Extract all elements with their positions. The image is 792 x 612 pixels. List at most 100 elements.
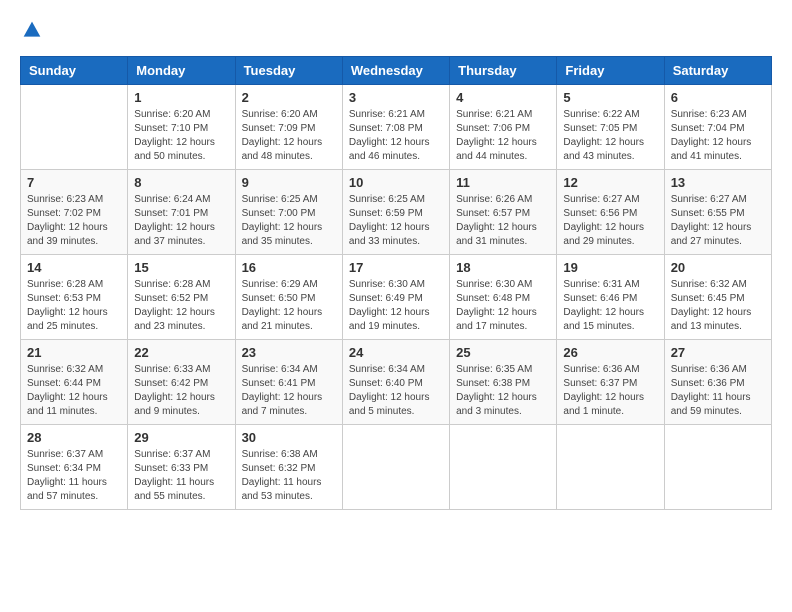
calendar-week-3: 14Sunrise: 6:28 AM Sunset: 6:53 PM Dayli… — [21, 255, 772, 340]
calendar-cell: 18 Sunrise: 6:30 AM Sunset: 6:48 PM Dayli… — [450, 255, 557, 340]
calendar-cell: 16 Sunrise: 6:29 AM Sunset: 6:50 PM Dayli… — [235, 255, 342, 340]
day-info: Sunrise: 6:36 AM Sunset: 6:36 PM Dayligh… — [671, 363, 765, 419]
day-info: Sunrise: 6:32 AM Sunset: 6:45 PM Dayligh… — [671, 278, 765, 334]
calendar-cell: 17 Sunrise: 6:30 AM Sunset: 6:49 PM Dayli… — [342, 255, 449, 340]
day-number: 18 — [456, 260, 550, 275]
calendar-table: SundayMondayTuesdayWednesdayThursdayFrid… — [20, 56, 772, 510]
day-info: Sunrise: 6:20 AM Sunset: 7:10 PM Dayligh… — [134, 108, 228, 164]
calendar-cell: 24Sunrise: 6:34 AM Sunset: 6:40 PM Dayli… — [342, 340, 449, 425]
weekday-header-saturday: Saturday — [664, 57, 771, 85]
calendar-cell: 29 Sunrise: 6:37 AM Sunset: 6:33 PM Dayli… — [128, 425, 235, 510]
day-number: 12 — [563, 175, 657, 190]
calendar-cell: 6 Sunrise: 6:23 AM Sunset: 7:04 PM Daylig… — [664, 85, 771, 170]
day-info: Sunrise: 6:36 AM Sunset: 6:37 PM Dayligh… — [563, 363, 657, 419]
calendar-cell: 12 Sunrise: 6:27 AM Sunset: 6:56 PM Dayli… — [557, 170, 664, 255]
day-number: 1 — [134, 90, 228, 105]
calendar-cell — [21, 85, 128, 170]
weekday-header-wednesday: Wednesday — [342, 57, 449, 85]
day-info: Sunrise: 6:31 AM Sunset: 6:46 PM Dayligh… — [563, 278, 657, 334]
calendar-cell: 19Sunrise: 6:31 AM Sunset: 6:46 PM Dayli… — [557, 255, 664, 340]
day-number: 7 — [27, 175, 121, 190]
day-info: Sunrise: 6:32 AM Sunset: 6:44 PM Dayligh… — [27, 363, 121, 419]
day-number: 16 — [242, 260, 336, 275]
calendar-cell: 20 Sunrise: 6:32 AM Sunset: 6:45 PM Dayli… — [664, 255, 771, 340]
day-number: 28 — [27, 430, 121, 445]
day-number: 13 — [671, 175, 765, 190]
day-number: 27 — [671, 345, 765, 360]
day-info: Sunrise: 6:25 AM Sunset: 7:00 PM Dayligh… — [242, 193, 336, 249]
day-info: Sunrise: 6:37 AM Sunset: 6:33 PM Dayligh… — [134, 448, 228, 504]
calendar-cell: 25 Sunrise: 6:35 AM Sunset: 6:38 PM Dayli… — [450, 340, 557, 425]
day-info: Sunrise: 6:38 AM Sunset: 6:32 PM Dayligh… — [242, 448, 336, 504]
calendar-cell: 3 Sunrise: 6:21 AM Sunset: 7:08 PM Daylig… — [342, 85, 449, 170]
day-number: 29 — [134, 430, 228, 445]
day-number: 26 — [563, 345, 657, 360]
day-number: 30 — [242, 430, 336, 445]
day-info: Sunrise: 6:21 AM Sunset: 7:08 PM Dayligh… — [349, 108, 443, 164]
day-number: 4 — [456, 90, 550, 105]
calendar-cell — [342, 425, 449, 510]
calendar-cell: 28 Sunrise: 6:37 AM Sunset: 6:34 PM Dayli… — [21, 425, 128, 510]
day-number: 3 — [349, 90, 443, 105]
day-info: Sunrise: 6:27 AM Sunset: 6:55 PM Dayligh… — [671, 193, 765, 249]
day-number: 22 — [134, 345, 228, 360]
day-number: 14 — [27, 260, 121, 275]
logo — [20, 20, 42, 40]
day-number: 6 — [671, 90, 765, 105]
day-number: 5 — [563, 90, 657, 105]
day-info: Sunrise: 6:27 AM Sunset: 6:56 PM Dayligh… — [563, 193, 657, 249]
day-info: Sunrise: 6:21 AM Sunset: 7:06 PM Dayligh… — [456, 108, 550, 164]
day-number: 8 — [134, 175, 228, 190]
calendar-cell: 26 Sunrise: 6:36 AM Sunset: 6:37 PM Dayli… — [557, 340, 664, 425]
day-info: Sunrise: 6:25 AM Sunset: 6:59 PM Dayligh… — [349, 193, 443, 249]
calendar-cell: 30 Sunrise: 6:38 AM Sunset: 6:32 PM Dayli… — [235, 425, 342, 510]
weekday-header-sunday: Sunday — [21, 57, 128, 85]
calendar-cell — [557, 425, 664, 510]
calendar-cell — [450, 425, 557, 510]
calendar-cell: 21Sunrise: 6:32 AM Sunset: 6:44 PM Dayli… — [21, 340, 128, 425]
day-number: 10 — [349, 175, 443, 190]
day-info: Sunrise: 6:30 AM Sunset: 6:49 PM Dayligh… — [349, 278, 443, 334]
day-number: 24 — [349, 345, 443, 360]
calendar-cell: 27 Sunrise: 6:36 AM Sunset: 6:36 PM Dayli… — [664, 340, 771, 425]
calendar-cell: 14Sunrise: 6:28 AM Sunset: 6:53 PM Dayli… — [21, 255, 128, 340]
calendar-week-1: 1 Sunrise: 6:20 AM Sunset: 7:10 PM Daylig… — [21, 85, 772, 170]
day-info: Sunrise: 6:23 AM Sunset: 7:02 PM Dayligh… — [27, 193, 121, 249]
page-header — [20, 20, 772, 40]
calendar-cell: 1 Sunrise: 6:20 AM Sunset: 7:10 PM Daylig… — [128, 85, 235, 170]
day-info: Sunrise: 6:35 AM Sunset: 6:38 PM Dayligh… — [456, 363, 550, 419]
day-number: 23 — [242, 345, 336, 360]
day-info: Sunrise: 6:33 AM Sunset: 6:42 PM Dayligh… — [134, 363, 228, 419]
day-number: 25 — [456, 345, 550, 360]
calendar-week-5: 28 Sunrise: 6:37 AM Sunset: 6:34 PM Dayli… — [21, 425, 772, 510]
calendar-cell: 10 Sunrise: 6:25 AM Sunset: 6:59 PM Dayli… — [342, 170, 449, 255]
calendar-cell: 13 Sunrise: 6:27 AM Sunset: 6:55 PM Dayli… — [664, 170, 771, 255]
calendar-cell: 4 Sunrise: 6:21 AM Sunset: 7:06 PM Daylig… — [450, 85, 557, 170]
day-info: Sunrise: 6:30 AM Sunset: 6:48 PM Dayligh… — [456, 278, 550, 334]
logo-icon — [22, 20, 42, 40]
day-number: 9 — [242, 175, 336, 190]
calendar-week-2: 7 Sunrise: 6:23 AM Sunset: 7:02 PM Daylig… — [21, 170, 772, 255]
day-info: Sunrise: 6:28 AM Sunset: 6:52 PM Dayligh… — [134, 278, 228, 334]
calendar-cell: 22 Sunrise: 6:33 AM Sunset: 6:42 PM Dayli… — [128, 340, 235, 425]
day-info: Sunrise: 6:23 AM Sunset: 7:04 PM Dayligh… — [671, 108, 765, 164]
calendar-cell: 8 Sunrise: 6:24 AM Sunset: 7:01 PM Daylig… — [128, 170, 235, 255]
calendar-cell: 5Sunrise: 6:22 AM Sunset: 7:05 PM Daylig… — [557, 85, 664, 170]
calendar-cell: 2Sunrise: 6:20 AM Sunset: 7:09 PM Daylig… — [235, 85, 342, 170]
day-info: Sunrise: 6:37 AM Sunset: 6:34 PM Dayligh… — [27, 448, 121, 504]
day-info: Sunrise: 6:34 AM Sunset: 6:41 PM Dayligh… — [242, 363, 336, 419]
day-number: 11 — [456, 175, 550, 190]
weekday-header-tuesday: Tuesday — [235, 57, 342, 85]
day-info: Sunrise: 6:26 AM Sunset: 6:57 PM Dayligh… — [456, 193, 550, 249]
calendar-header-row: SundayMondayTuesdayWednesdayThursdayFrid… — [21, 57, 772, 85]
day-info: Sunrise: 6:24 AM Sunset: 7:01 PM Dayligh… — [134, 193, 228, 249]
calendar-cell: 23 Sunrise: 6:34 AM Sunset: 6:41 PM Dayli… — [235, 340, 342, 425]
calendar-cell: 9 Sunrise: 6:25 AM Sunset: 7:00 PM Daylig… — [235, 170, 342, 255]
calendar-cell: 11 Sunrise: 6:26 AM Sunset: 6:57 PM Dayli… — [450, 170, 557, 255]
day-number: 17 — [349, 260, 443, 275]
calendar-cell — [664, 425, 771, 510]
day-info: Sunrise: 6:20 AM Sunset: 7:09 PM Dayligh… — [242, 108, 336, 164]
day-info: Sunrise: 6:29 AM Sunset: 6:50 PM Dayligh… — [242, 278, 336, 334]
weekday-header-monday: Monday — [128, 57, 235, 85]
day-number: 20 — [671, 260, 765, 275]
